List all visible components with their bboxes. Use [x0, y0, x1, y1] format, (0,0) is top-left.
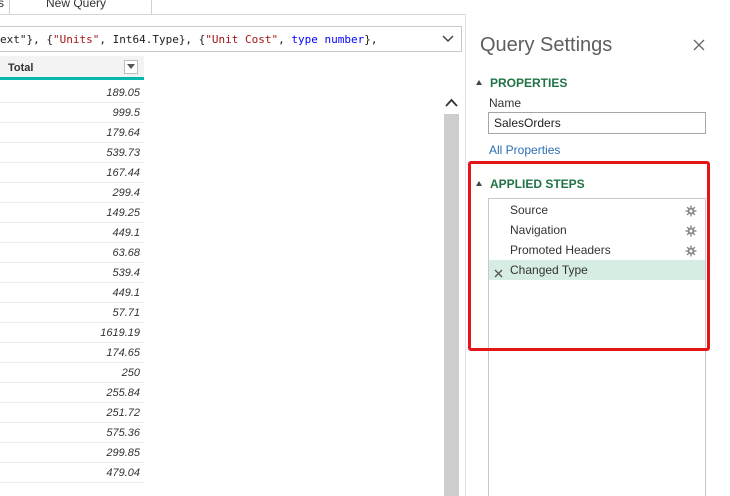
tab-divider: [9, 0, 10, 14]
formula-bar[interactable]: ext"}, {"Units", Int64.Type}, {"Unit Cos…: [0, 26, 462, 52]
formula-token: number: [324, 33, 365, 46]
cell-total: 999.5: [112, 107, 140, 119]
table-row[interactable]: 179.64: [0, 123, 144, 143]
cell-total: 250: [121, 367, 140, 379]
formula-token: ext"}, {: [0, 33, 53, 46]
properties-heading-label: PROPERTIES: [490, 76, 568, 90]
table-row[interactable]: 479.04: [0, 463, 144, 483]
cell-total: 539.73: [106, 147, 140, 159]
column-header-label: Total: [8, 62, 34, 74]
table-row[interactable]: 539.73: [0, 143, 144, 163]
chevron-down-icon[interactable]: [439, 30, 457, 48]
table-row[interactable]: 449.1: [0, 283, 144, 303]
table-row[interactable]: 251.72: [0, 403, 144, 423]
cell-total: 449.1: [112, 227, 140, 239]
cell-total: 255.84: [106, 387, 140, 399]
cell-total: 167.44: [106, 167, 140, 179]
cell-total: 449.1: [112, 287, 140, 299]
table-row[interactable]: 167.44: [0, 163, 144, 183]
cell-total: 251.72: [106, 407, 140, 419]
formula-token: type: [291, 33, 318, 46]
formula-text[interactable]: ext"}, {"Units", Int64.Type}, {"Unit Cos…: [0, 33, 378, 46]
pane-title: Query Settings: [480, 34, 613, 56]
cell-total: 149.25: [106, 207, 140, 219]
scrollbar-thumb[interactable]: [444, 114, 459, 496]
formula-token: , Int64.Type}, {: [99, 33, 206, 46]
all-properties-link[interactable]: All Properties: [489, 143, 560, 157]
table-row[interactable]: 299.4: [0, 183, 144, 203]
table-row[interactable]: 174.65: [0, 343, 144, 363]
table-row[interactable]: 63.68: [0, 243, 144, 263]
tab-partial[interactable]: s: [0, 0, 4, 10]
cell-total: 479.04: [106, 467, 140, 479]
close-icon[interactable]: [692, 38, 706, 52]
cell-total: 1619.19: [100, 327, 140, 339]
table-row[interactable]: 999.5: [0, 103, 144, 123]
cell-total: 539.4: [112, 267, 140, 279]
grid-rows: 189.05 999.5 179.64 539.73 167.44 299.4 149.25…: [0, 83, 144, 483]
table-row[interactable]: 250: [0, 363, 144, 383]
cell-total: 174.65: [106, 347, 140, 359]
cell-total: 299.85: [106, 447, 140, 459]
table-row[interactable]: 299.85: [0, 443, 144, 463]
data-grid: Total 189.05 999.5 179.64 539.73 167.44 299.4…: [0, 56, 144, 496]
collapse-triangle-icon[interactable]: [476, 80, 482, 85]
cell-total: 63.68: [112, 247, 140, 259]
formula-token: },: [364, 33, 378, 46]
formula-token: "Unit Cost": [205, 33, 279, 46]
properties-heading[interactable]: PROPERTIES: [476, 76, 567, 90]
cell-total: 575.36: [106, 427, 140, 439]
formula-token: [318, 33, 325, 46]
table-row[interactable]: 189.05: [0, 83, 144, 103]
formula-token: ,: [278, 33, 292, 46]
name-label: Name: [489, 96, 522, 110]
cell-total: 57.71: [112, 307, 140, 319]
table-row[interactable]: 255.84: [0, 383, 144, 403]
table-row[interactable]: 575.36: [0, 423, 144, 443]
tab-new-query[interactable]: New Query: [46, 0, 106, 10]
table-row[interactable]: 57.71: [0, 303, 144, 323]
table-row[interactable]: 449.1: [0, 223, 144, 243]
table-row[interactable]: 149.25: [0, 203, 144, 223]
table-row[interactable]: 1619.19: [0, 323, 144, 343]
chevron-up-icon[interactable]: [443, 94, 460, 112]
vertical-scrollbar[interactable]: [443, 90, 460, 496]
query-name-input[interactable]: [488, 112, 706, 134]
highlight-box: [468, 161, 710, 351]
column-header-total[interactable]: Total: [0, 56, 144, 80]
tab-divider: [151, 0, 152, 14]
cell-total: 189.05: [106, 87, 140, 99]
ribbon-tab-strip: s New Query: [0, 0, 730, 15]
formula-token: "Units": [52, 33, 100, 46]
dropdown-arrow-icon[interactable]: [124, 60, 138, 74]
table-row[interactable]: 539.4: [0, 263, 144, 283]
cell-total: 179.64: [106, 127, 140, 139]
cell-total: 299.4: [112, 187, 140, 199]
